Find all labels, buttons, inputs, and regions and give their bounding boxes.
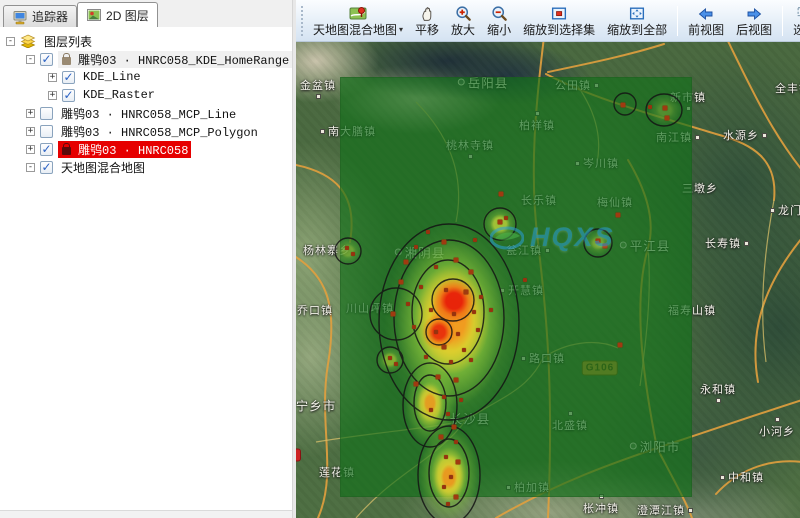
tree-row[interactable]: + 雕鸮03 · HNRC058_MCP_Line	[0, 104, 292, 122]
layer-label: KDE_Line	[80, 70, 144, 84]
lock-icon	[62, 57, 71, 65]
toolbar-button-caption: 缩放到全部	[607, 23, 667, 37]
expander-icon[interactable]: +	[48, 91, 57, 100]
tree-row[interactable]: + 雕鸮03 · HNRC058_MCP_Polygon	[0, 122, 292, 140]
chevron-down-icon: ▾	[399, 23, 403, 37]
layer-checkbox[interactable]: ✓	[62, 71, 75, 84]
tab-label: 2D 图层	[106, 7, 149, 24]
gis-application-window: 追踪器2D 图层 - 图层列表 -✓雕鸮03 · HNRC058_KDE_Hom…	[0, 0, 800, 518]
lock-icon	[62, 147, 71, 155]
layer-label-text: KDE_Raster	[83, 88, 155, 102]
expander-icon[interactable]: +	[48, 73, 57, 82]
layer-label-text: 雕鸮03 · HNRC058_KDE_HomeRange	[78, 51, 289, 68]
layer-label: 雕鸮03 · HNRC058	[58, 141, 191, 158]
horizontal-scrollbar[interactable]	[0, 510, 292, 518]
layer-label-text: 天地图混合地图	[61, 159, 145, 176]
toolbar-select-button[interactable]: 选择	[787, 2, 800, 40]
tree-row[interactable]: + ✓ 雕鸮03 · HNRC058	[0, 140, 292, 158]
expander-icon[interactable]: +	[26, 145, 35, 154]
tree-root-row[interactable]: - 图层列表	[0, 32, 292, 50]
toolbar-grip[interactable]	[299, 6, 304, 36]
tree-row[interactable]: + ✓ KDE_Line	[0, 68, 292, 86]
layer-tree[interactable]: - 图层列表 -✓雕鸮03 · HNRC058_KDE_HomeRange+✓K…	[0, 27, 292, 510]
toolbar-basemap-button[interactable]: 天地图混合地图▾	[307, 2, 409, 40]
layer-label: 雕鸮03 · HNRC058_MCP_Polygon	[58, 123, 261, 140]
map-toolbar: 天地图混合地图▾平移放大缩小缩放到选择集缩放到全部前视图后视图选择勾选	[296, 0, 800, 42]
tree-root-label: 图层列表	[41, 33, 95, 50]
toolbar-separator	[782, 6, 783, 36]
toolbar-button-label: 选择	[793, 23, 800, 37]
layers-panel: 追踪器2D 图层 - 图层列表 -✓雕鸮03 · HNRC058_KDE_Hom…	[0, 0, 292, 518]
expander-icon[interactable]: +	[26, 109, 35, 118]
expander-icon[interactable]: -	[26, 55, 35, 64]
layer-checkbox[interactable]: ✓	[40, 53, 53, 66]
zoom-selection-icon	[550, 5, 568, 23]
expander-icon[interactable]: -	[6, 37, 15, 46]
tracker-icon	[12, 10, 28, 24]
toolbar-button-caption: 缩放到选择集	[523, 23, 595, 37]
layer-label-text: 雕鸮03 · HNRC058	[78, 141, 188, 158]
layer-checkbox[interactable]	[40, 125, 53, 138]
layer-label-text: 雕鸮03 · HNRC058_MCP_Polygon	[61, 123, 258, 140]
select-cursor-icon	[796, 5, 800, 23]
tab-2d-layers[interactable]: 2D 图层	[77, 2, 158, 27]
map-image-icon	[86, 8, 102, 22]
layer-label-text: KDE_Line	[83, 70, 141, 84]
toolbar-prev-view-button[interactable]: 前视图	[682, 2, 730, 40]
toolbar-button-caption: 缩小	[487, 23, 511, 37]
layer-checkbox[interactable]	[40, 107, 53, 120]
map-side: 天地图混合地图▾平移放大缩小缩放到选择集缩放到全部前视图后视图选择勾选	[296, 0, 800, 518]
map-canvas[interactable]: 金盆镇岳阳县南大膳镇柏祥镇桃林寺镇公田镇新市镇水源乡三墩乡全丰镇龙门镇长寿镇南江…	[296, 42, 800, 518]
layer-checkbox[interactable]: ✓	[40, 161, 53, 174]
map-pin-icon	[349, 5, 367, 23]
layer-label: 雕鸮03 · HNRC058_KDE_HomeRange	[58, 51, 292, 68]
toolbar-button-caption: 平移	[415, 23, 439, 37]
toolbar-zoom-out-button[interactable]: 缩小	[481, 2, 517, 40]
toolbar-pan-button[interactable]: 平移	[409, 2, 445, 40]
zoom-all-icon	[628, 5, 646, 23]
kde-raster-overlay	[340, 77, 692, 497]
toolbar-zoom-all-button[interactable]: 缩放到全部	[601, 2, 673, 40]
expander-icon[interactable]: +	[26, 127, 35, 136]
layer-label: 雕鸮03 · HNRC058_MCP_Line	[58, 105, 239, 122]
hand-icon	[419, 5, 436, 23]
toolbar-separator	[677, 6, 678, 36]
toolbar-button-caption: 选择	[793, 23, 800, 37]
toolbar-button-label: 后视图	[736, 23, 772, 37]
tab-label: 追踪器	[32, 8, 68, 25]
toolbar-button-label: 缩放到全部	[607, 23, 667, 37]
toolbar-button-caption: 天地图混合地图▾	[313, 23, 403, 37]
tree-row[interactable]: + ✓ KDE_Raster	[0, 86, 292, 104]
layer-label: KDE_Raster	[80, 88, 158, 102]
toolbar-zoom-in-button[interactable]: 放大	[445, 2, 481, 40]
layer-checkbox[interactable]: ✓	[62, 89, 75, 102]
zoom-out-icon	[491, 5, 508, 23]
toolbar-button-label: 缩小	[487, 23, 511, 37]
toolbar-button-label: 前视图	[688, 23, 724, 37]
layer-checkbox[interactable]: ✓	[40, 143, 53, 156]
toolbar-button-caption: 后视图	[736, 23, 772, 37]
layer-label-text: 雕鸮03 · HNRC058_MCP_Line	[61, 105, 236, 122]
tree-row[interactable]: -✓ 雕鸮03 · HNRC058_KDE_HomeRange	[0, 50, 292, 68]
toolbar-button-label: 缩放到选择集	[523, 23, 595, 37]
layers-icon	[20, 34, 36, 48]
zoom-in-icon	[455, 5, 472, 23]
tab-tracker[interactable]: 追踪器	[3, 5, 77, 27]
panel-tabbar: 追踪器 2D 图层	[0, 0, 292, 27]
toolbar-button-caption: 前视图	[688, 23, 724, 37]
expander-icon[interactable]: -	[26, 163, 35, 172]
toolbar-button-label: 平移	[415, 23, 439, 37]
toolbar-button-label: 天地图混合地图	[313, 23, 397, 37]
toolbar-button-caption: 放大	[451, 23, 475, 37]
arrow-left-icon	[697, 5, 715, 23]
layer-label: 天地图混合地图	[58, 159, 148, 176]
toolbar-zoom-selection-button[interactable]: 缩放到选择集	[517, 2, 601, 40]
tree-row[interactable]: -✓ 天地图混合地图	[0, 158, 292, 176]
toolbar-next-view-button[interactable]: 后视图	[730, 2, 778, 40]
arrow-right-icon	[745, 5, 763, 23]
toolbar-button-label: 放大	[451, 23, 475, 37]
